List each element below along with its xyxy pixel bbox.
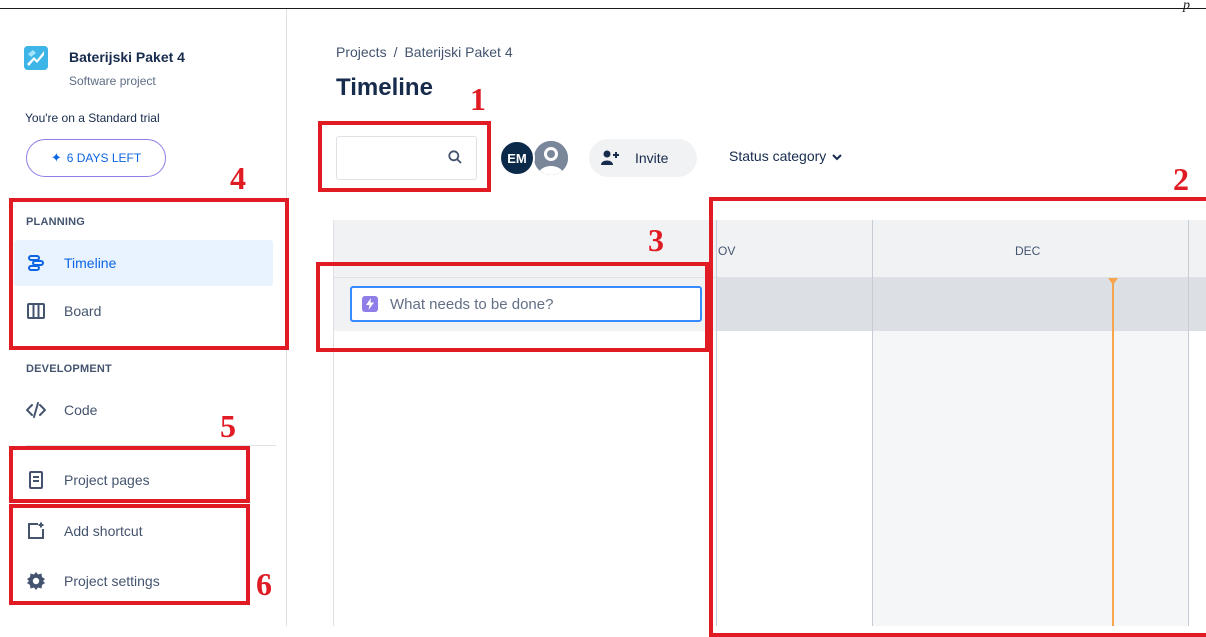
status-category-dropdown[interactable]: Status category [729,148,842,164]
trial-notice: You're on a Standard trial [25,111,160,125]
page-title: Timeline [336,74,433,101]
breadcrumb: Projects / Baterijski Paket 4 [336,44,513,60]
annotation-box-3 [316,262,709,352]
annotation-number-5: 5 [220,408,236,444]
days-left-button[interactable]: ✦ 6 DAYS LEFT [26,139,166,177]
annotation-box-1 [318,121,491,192]
project-logo-icon[interactable] [24,46,48,70]
annotation-number-6: 6 [256,566,272,602]
status-category-label: Status category [729,148,827,164]
corner-glyph: p [1183,0,1190,13]
annotation-number-2: 2 [1173,161,1189,197]
project-name[interactable]: Baterijski Paket 4 [69,49,185,65]
chevron-down-icon [832,148,842,164]
annotation-box-4 [9,198,289,350]
sidebar-item-label: Code [64,402,98,418]
project-type: Software project [69,74,156,88]
breadcrumb-project[interactable]: Baterijski Paket 4 [404,44,512,60]
invite-label: Invite [635,150,669,166]
invite-button[interactable]: Invite [589,139,697,177]
code-icon [26,400,46,420]
days-left-label: 6 DAYS LEFT [66,151,142,165]
annotation-box-6 [9,504,250,605]
annotation-box-5 [9,446,250,503]
annotation-number-3: 3 [648,222,664,258]
avatar[interactable]: EM [499,140,535,176]
development-header: DEVELOPMENT [26,363,112,375]
sparkle-icon: ✦ [50,150,62,165]
annotation-number-1: 1 [470,81,486,117]
add-person-icon [601,150,621,166]
annotation-box-2 [709,197,1206,637]
user-avatar-icon[interactable] [532,139,570,177]
breadcrumb-separator: / [393,44,398,60]
annotation-number-4: 4 [230,160,246,196]
breadcrumb-projects[interactable]: Projects [336,44,387,60]
